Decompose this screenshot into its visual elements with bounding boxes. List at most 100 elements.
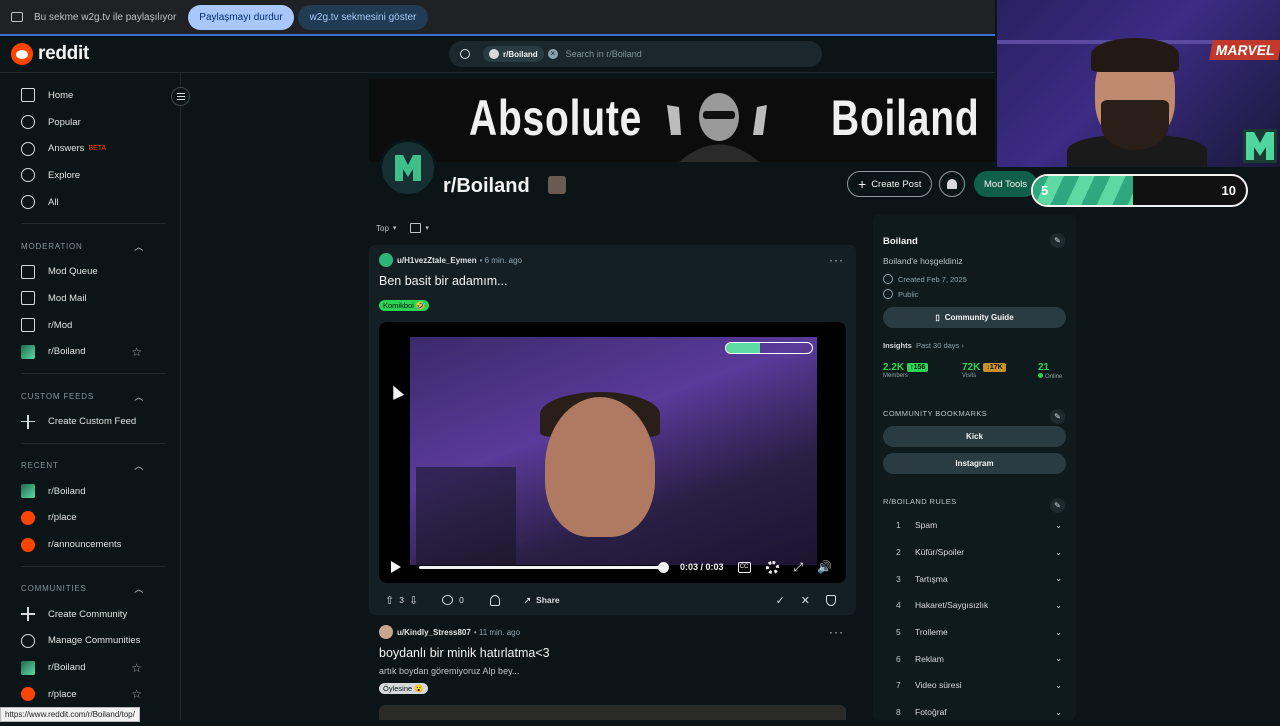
search-scope-chip[interactable]: r/Boiland <box>483 46 544 62</box>
captions-icon[interactable]: CC <box>737 561 751 573</box>
search-input[interactable]: Search in r/Boiland <box>566 49 642 59</box>
more-options-icon[interactable]: ··· <box>829 253 844 267</box>
view-mode-icon[interactable] <box>410 223 422 233</box>
custom-feeds-section-header[interactable]: CUSTOM FEEDS ︿ <box>21 382 180 408</box>
sidebar-item-answers[interactable]: Answers BETA <box>16 135 180 162</box>
post-flair[interactable]: Öylesine 😮 <box>379 683 428 694</box>
post-flair[interactable]: Komikboi 🤣 <box>379 300 430 311</box>
rule-item[interactable]: 3 Tartışma ⌄ <box>883 565 1066 592</box>
sidebar-item-mod-mail[interactable]: Mod Mail <box>16 285 180 312</box>
mod-mail-icon <box>21 291 35 306</box>
sidebar-item-home[interactable]: Home <box>16 82 180 109</box>
sort-dropdown[interactable]: Top <box>376 224 389 233</box>
downvote-icon[interactable]: ⇩ <box>409 594 418 607</box>
post-title[interactable]: Ben basit bir adamım... <box>379 274 508 288</box>
sidebar-item-label: r/Mod <box>48 319 73 331</box>
sidebar-item-recent-boiland[interactable]: r/Boiland <box>16 478 180 505</box>
post-meta: u/Kindly_Stress807 • 11 min. ago <box>379 625 520 639</box>
edit-pencil-icon[interactable]: ✎ <box>1050 409 1065 424</box>
stop-sharing-button[interactable]: Paylaşmayı durdur <box>188 4 294 30</box>
chevron-down-icon: ⌄ <box>1055 680 1062 690</box>
sidebar-item-recent-announcements[interactable]: r/announcements <box>16 531 180 558</box>
rule-label: Tartışma <box>915 573 948 584</box>
sidebar-item-mod-queue[interactable]: Mod Queue <box>16 258 180 285</box>
create-post-button[interactable]: + Create Post <box>847 171 933 197</box>
notifications-button[interactable] <box>939 171 965 197</box>
collapse-sidebar-button[interactable] <box>171 87 190 106</box>
post-media-preview[interactable] <box>379 705 846 720</box>
show-tab-button[interactable]: w2g.tv sekmesini göster <box>297 4 429 30</box>
rule-item[interactable]: 6 Reklam ⌄ <box>883 645 1066 672</box>
fullscreen-icon[interactable]: ⤢ <box>794 560 804 575</box>
settings-gear-icon[interactable] <box>765 560 779 574</box>
seek-handle[interactable] <box>658 561 669 573</box>
sidebar-item-r-mod[interactable]: r/Mod <box>16 312 180 339</box>
play-icon[interactable] <box>391 561 401 573</box>
post-author[interactable]: u/H1vezZtale_Eymen <box>397 256 477 265</box>
section-title: MODERATION <box>21 241 83 251</box>
chevron-down-icon: ⌄ <box>1055 547 1062 557</box>
progress-target: 10 <box>1221 183 1236 198</box>
rule-item[interactable]: 2 Küfür/Spoiler ⌄ <box>883 539 1066 566</box>
edit-pencil-icon[interactable]: ✎ <box>1050 233 1065 248</box>
upvote-icon[interactable]: ⇧ <box>385 594 394 607</box>
sidebar-item-label: Home <box>48 89 74 101</box>
video-seek-bar[interactable] <box>419 561 669 573</box>
comments-button[interactable]: 0 <box>442 595 464 605</box>
sidebar-item-create-custom-feed[interactable]: Create Custom Feed <box>16 408 180 435</box>
sidebar-item-community-boiland[interactable]: r/Boiland ☆ <box>16 654 180 681</box>
chevron-up-icon: ︿ <box>134 584 144 595</box>
reddit-logo[interactable]: reddit <box>11 43 89 65</box>
mod-tools-button[interactable]: Mod Tools <box>974 171 1038 197</box>
rule-item[interactable]: 7 Video süresi ⌄ <box>883 672 1066 699</box>
edit-pencil-icon[interactable]: ✎ <box>1050 498 1065 513</box>
about-community-name: Boiland <box>883 236 918 247</box>
progress-current: 5 <box>1041 183 1049 198</box>
chevron-down-icon: ⌄ <box>1055 520 1062 530</box>
avatar[interactable] <box>379 625 393 639</box>
sidebar-item-community-place[interactable]: r/place ☆ <box>16 681 180 708</box>
more-options-icon[interactable]: ··· <box>829 625 844 639</box>
star-icon[interactable]: ☆ <box>131 345 142 359</box>
volume-icon[interactable]: 🔊 <box>817 560 832 574</box>
sidebar-item-all[interactable]: All <box>16 189 180 216</box>
remove-icon[interactable]: ✕ <box>801 594 810 607</box>
subreddit-icon <box>489 49 499 59</box>
post-meta: u/H1vezZtale_Eymen • 6 min. ago <box>379 253 522 267</box>
share-button[interactable]: ↗ Share <box>524 595 560 606</box>
approve-icon[interactable]: ✓ <box>776 594 785 607</box>
visibility: Public <box>883 289 918 299</box>
banner-person-image <box>649 87 789 162</box>
rule-item[interactable]: 1 Spam ⌄ <box>883 512 1066 539</box>
shield-icon[interactable] <box>826 594 836 606</box>
sidebar-item-recent-place[interactable]: r/place <box>16 505 180 532</box>
star-icon[interactable]: ☆ <box>131 687 142 701</box>
recent-section-header[interactable]: RECENT ︿ <box>21 452 180 478</box>
sidebar-item-label: All <box>48 196 59 208</box>
rule-item[interactable]: 5 Trolleme ⌄ <box>883 619 1066 646</box>
star-icon[interactable]: ☆ <box>131 661 142 675</box>
rule-label: Reklam <box>915 653 944 664</box>
sidebar-item-create-community[interactable]: Create Community <box>16 601 180 628</box>
post-author[interactable]: u/Kindly_Stress807 <box>397 628 471 637</box>
bookmark-instagram-button[interactable]: Instagram <box>883 453 1066 474</box>
sidebar-item-boiland-mod[interactable]: r/Boiland ☆ <box>16 339 180 366</box>
post-title[interactable]: boydanlı bir minik hatırlatma<3 <box>379 646 550 660</box>
communities-section-header[interactable]: COMMUNITIES ︿ <box>21 575 180 601</box>
award-icon[interactable] <box>489 594 500 606</box>
avatar[interactable] <box>379 253 393 267</box>
insights-link[interactable]: Insights Past 30 days › <box>883 341 964 350</box>
search-bar[interactable]: r/Boiland × Search in r/Boiland <box>449 41 822 67</box>
sidebar-item-manage-communities[interactable]: Manage Communities <box>16 628 180 655</box>
visits-label: Visits <box>962 373 977 379</box>
rule-item[interactable]: 4 Hakaret/Saygısızlık ⌄ <box>883 592 1066 619</box>
moderation-section-header[interactable]: MODERATION ︿ <box>21 232 180 258</box>
bookmark-kick-button[interactable]: Kick <box>883 426 1066 447</box>
post-card[interactable]: u/Kindly_Stress807 • 11 min. ago ··· boy… <box>369 617 856 720</box>
video-player[interactable] <box>379 322 846 583</box>
rule-item[interactable]: 8 Fotoğraf ⌄ <box>883 699 1066 726</box>
sidebar-item-explore[interactable]: Explore <box>16 162 180 189</box>
community-guide-button[interactable]: ▯ Community Guide <box>883 307 1066 328</box>
sidebar-item-popular[interactable]: Popular <box>16 109 180 136</box>
clear-scope-icon[interactable]: × <box>547 49 558 59</box>
